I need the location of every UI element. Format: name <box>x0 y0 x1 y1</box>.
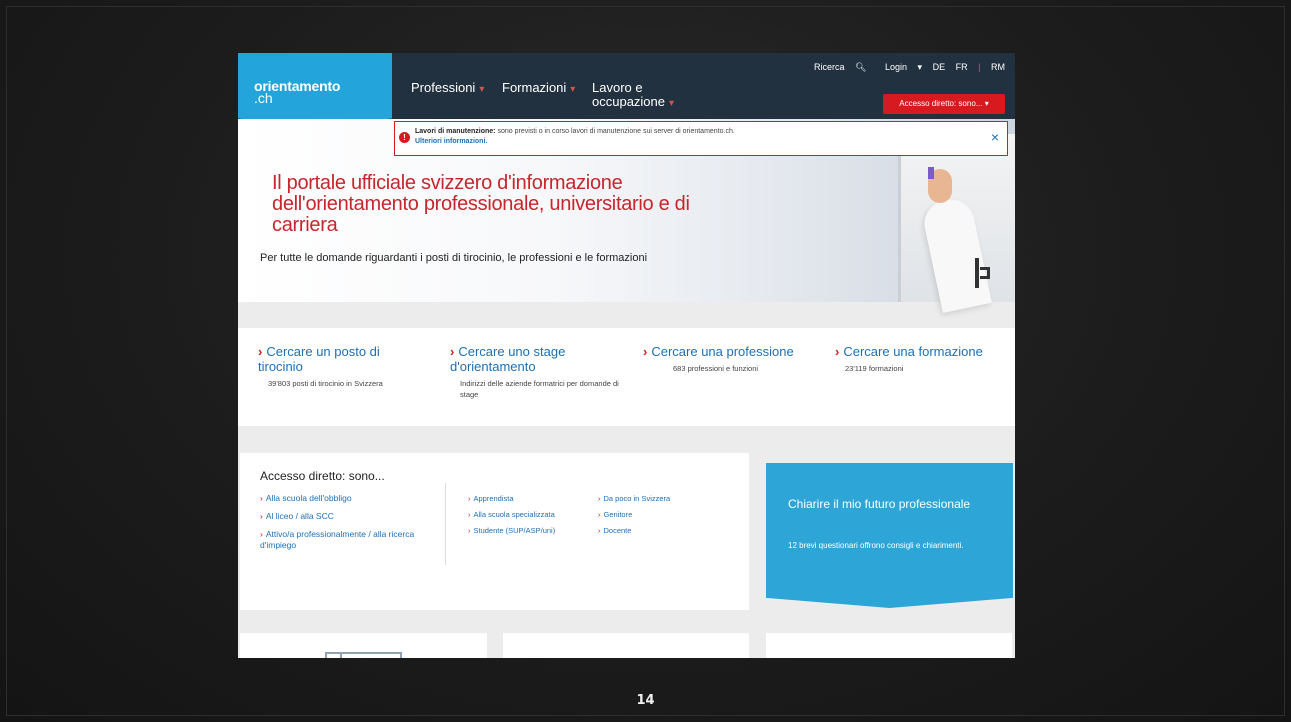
nav-label: Formazioni <box>502 80 567 95</box>
link-subtitle: 39'803 posti di tirocinio in Svizzera <box>268 379 383 388</box>
access-link[interactable]: › Genitore <box>598 509 718 520</box>
chevron-down-icon: ▾ <box>570 84 576 95</box>
direct-access-button[interactable]: Accesso diretto: sono... ▾ <box>883 94 1005 114</box>
chevron-down-icon: ▾ <box>669 98 675 109</box>
link-stage[interactable]: › Cercare uno stage d'orientamento Indiri… <box>450 344 620 400</box>
access-column-3: › Da poco in Svizzera › Genitore › Docente <box>598 493 718 541</box>
link-subtitle: 683 professioni e funzioni <box>673 364 759 373</box>
marker-image <box>928 167 934 179</box>
chevron-right-icon: › <box>450 344 455 359</box>
link-title: Cercare un posto di tirocinio <box>258 344 380 374</box>
access-link[interactable]: › Da poco in Svizzera <box>598 493 718 504</box>
chevron-right-icon: › <box>643 344 648 359</box>
nav-formazioni[interactable]: Formazioni ▾ <box>502 81 575 97</box>
access-link-label: Docente <box>603 526 632 535</box>
door-handle-grip-image <box>980 267 990 279</box>
access-column-2: › Apprendista › Alla scuola specializzata … <box>468 493 588 541</box>
access-column-1: › Alla scuola dell'obbligo › Al liceo / al… <box>260 493 440 558</box>
access-link[interactable]: › Docente <box>598 525 718 536</box>
link-professione[interactable]: › Cercare una professione 683 professioni… <box>643 344 823 374</box>
maintenance-notice: ! Lavori di manutenzione: sono previsti … <box>394 121 1008 156</box>
nav-professioni[interactable]: Professioni ▾ <box>411 81 484 97</box>
nav-label: Professioni <box>411 80 476 95</box>
lang-de[interactable]: DE <box>933 62 946 72</box>
document-icon-divider <box>340 652 342 658</box>
access-link-label: Da poco in Svizzera <box>603 494 671 503</box>
access-link[interactable]: › Attivo/a professionalmente / alla ricer… <box>260 529 440 551</box>
website-screenshot: orientamento .ch Professioni ▾ Formazioni… <box>238 53 1015 658</box>
close-icon[interactable]: × <box>991 130 999 144</box>
link-formazione[interactable]: › Cercare una formazione 23'119 formazion… <box>835 344 1015 374</box>
link-subtitle: Indirizzi delle aziende formatrici per d… <box>460 379 619 399</box>
access-link-label: Apprendista <box>473 494 514 503</box>
document-icon <box>325 652 402 658</box>
card-text: 12 brevi questionari offrono consigli e … <box>788 541 964 550</box>
chevron-right-icon: › <box>835 344 840 359</box>
search-icon: 🔍︎ <box>855 62 867 72</box>
chevron-right-icon: › <box>260 511 263 521</box>
notice-text: sono previsti o in corso lavori di manut… <box>497 128 735 135</box>
link-title: Cercare una professione <box>651 344 794 359</box>
nav-label: Lavoro e <box>592 80 643 95</box>
column-divider <box>445 483 446 565</box>
slide-page-number: 14 <box>636 693 655 708</box>
site-logo[interactable]: orientamento .ch <box>238 53 392 129</box>
chevron-down-icon: ▾ <box>917 62 923 72</box>
career-questionnaire-card[interactable]: Chiarire il mio futuro professionale 12 … <box>766 463 1013 608</box>
access-link-label: Alla scuola specializzata <box>473 510 555 519</box>
access-link[interactable]: › Studente (SUP/ASP/uni) <box>468 525 588 536</box>
access-link[interactable]: › Apprendista <box>468 493 588 504</box>
chevron-right-icon: › <box>598 526 601 535</box>
notice-title: Lavori di manutenzione: <box>415 128 496 135</box>
access-link-label: Al liceo / alla SCC <box>265 511 334 521</box>
link-subtitle: 23'119 formazioni <box>845 364 904 373</box>
access-link-label: Attivo/a professionalmente / alla ricerc… <box>260 529 415 550</box>
access-link-label: Genitore <box>603 510 633 519</box>
door-handle-image <box>975 258 979 288</box>
access-link[interactable]: › Alla scuola specializzata <box>468 509 588 520</box>
card-title: Chiarire il mio futuro professionale <box>788 497 971 511</box>
access-heading: Accesso diretto: sono... <box>260 469 385 483</box>
logo-text: orientamento <box>254 78 341 94</box>
direct-access-label: Accesso diretto: sono... <box>899 99 983 108</box>
login-link[interactable]: Login ▾ <box>877 62 922 72</box>
chevron-right-icon: › <box>468 494 471 503</box>
chevron-right-icon: › <box>258 344 263 359</box>
direct-access-panel: Accesso diretto: sono... › Alla scuola de… <box>240 453 749 610</box>
access-link-label: Studente (SUP/ASP/uni) <box>473 526 556 535</box>
warning-icon: ! <box>399 132 410 143</box>
notice-more-link[interactable]: Ulteriori informazioni. <box>415 137 977 147</box>
hero-title: Il portale ufficiale svizzero d'informaz… <box>272 172 690 236</box>
bottom-card <box>240 633 487 658</box>
lang-rm[interactable]: RM <box>991 62 1005 72</box>
chevron-right-icon: › <box>468 510 471 519</box>
access-link[interactable]: › Al liceo / alla SCC <box>260 511 440 522</box>
bottom-card <box>766 633 1012 658</box>
chevron-right-icon: › <box>260 529 263 539</box>
utility-nav: Ricerca 🔍︎ Login ▾ DE FR | RM <box>798 62 1005 73</box>
chevron-down-icon: ▾ <box>984 99 989 108</box>
link-title: Cercare uno stage d'orientamento <box>450 344 566 374</box>
chevron-right-icon: › <box>598 494 601 503</box>
link-tirocinio[interactable]: › Cercare un posto di tirocinio 39'803 po… <box>258 344 428 389</box>
search-link[interactable]: Ricerca 🔍︎ <box>806 62 866 72</box>
lang-separator: | <box>978 62 981 72</box>
chevron-down-icon: ▾ <box>479 84 485 95</box>
access-link[interactable]: › Alla scuola dell'obbligo <box>260 493 440 504</box>
search-links-band: › Cercare un posto di tirocinio 39'803 po… <box>238 328 1015 426</box>
nav-label-2: occupazione <box>592 94 665 109</box>
chevron-right-icon: › <box>260 493 263 503</box>
link-title: Cercare una formazione <box>843 344 983 359</box>
chevron-right-icon: › <box>598 510 601 519</box>
lang-fr[interactable]: FR <box>956 62 968 72</box>
login-label: Login <box>885 62 908 72</box>
bottom-card <box>503 633 749 658</box>
chevron-right-icon: › <box>468 526 471 535</box>
nav-lavoro-occupazione[interactable]: Lavoro e occupazione ▾ <box>592 81 674 111</box>
access-link-label: Alla scuola dell'obbligo <box>265 493 352 503</box>
hero-subtitle: Per tutte le domande riguardanti i posti… <box>260 252 648 264</box>
search-label: Ricerca <box>814 62 845 72</box>
